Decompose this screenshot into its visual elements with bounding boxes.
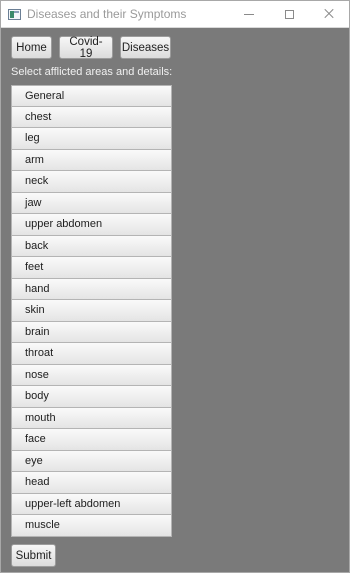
area-button-neck[interactable]: neck	[11, 171, 172, 193]
area-button-upper-abdomen[interactable]: upper abdomen	[11, 214, 172, 236]
area-button-jaw[interactable]: jaw	[11, 192, 172, 214]
area-button-arm[interactable]: arm	[11, 149, 172, 171]
area-button-chest[interactable]: chest	[11, 106, 172, 128]
covid-19-button[interactable]: Covid-19	[59, 36, 113, 60]
area-selection-prompt: Select afflicted areas and details:	[11, 66, 173, 78]
title-bar[interactable]: Diseases and their Symptoms	[1, 1, 349, 28]
area-button-mouth[interactable]: mouth	[11, 407, 172, 429]
maximize-icon[interactable]	[269, 1, 309, 27]
area-button-head[interactable]: head	[11, 472, 172, 494]
area-button-nose[interactable]: nose	[11, 364, 172, 386]
window-title: Diseases and their Symptoms	[27, 7, 187, 21]
afflicted-area-list: General chest leg arm neck jaw upper abd…	[11, 85, 172, 537]
diseases-button[interactable]: Diseases	[120, 36, 171, 59]
area-button-leg[interactable]: leg	[11, 128, 172, 150]
submit-button[interactable]: Submit	[11, 544, 56, 567]
area-button-general[interactable]: General	[11, 85, 172, 107]
area-button-back[interactable]: back	[11, 235, 172, 257]
area-button-skin[interactable]: skin	[11, 300, 172, 322]
area-button-eye[interactable]: eye	[11, 450, 172, 472]
app-window: Diseases and their Symptoms Home Covid-1…	[0, 0, 350, 573]
area-button-upper-left-abdomen[interactable]: upper-left abdomen	[11, 493, 172, 515]
area-button-feet[interactable]: feet	[11, 257, 172, 279]
area-button-body[interactable]: body	[11, 386, 172, 408]
app-icon	[8, 8, 21, 20]
close-icon[interactable]	[309, 1, 349, 27]
area-button-throat[interactable]: throat	[11, 343, 172, 365]
home-button[interactable]: Home	[11, 36, 52, 59]
area-button-face[interactable]: face	[11, 429, 172, 451]
area-button-hand[interactable]: hand	[11, 278, 172, 300]
area-button-muscle[interactable]: muscle	[11, 515, 172, 537]
minimize-icon[interactable]	[229, 1, 269, 27]
area-button-brain[interactable]: brain	[11, 321, 172, 343]
